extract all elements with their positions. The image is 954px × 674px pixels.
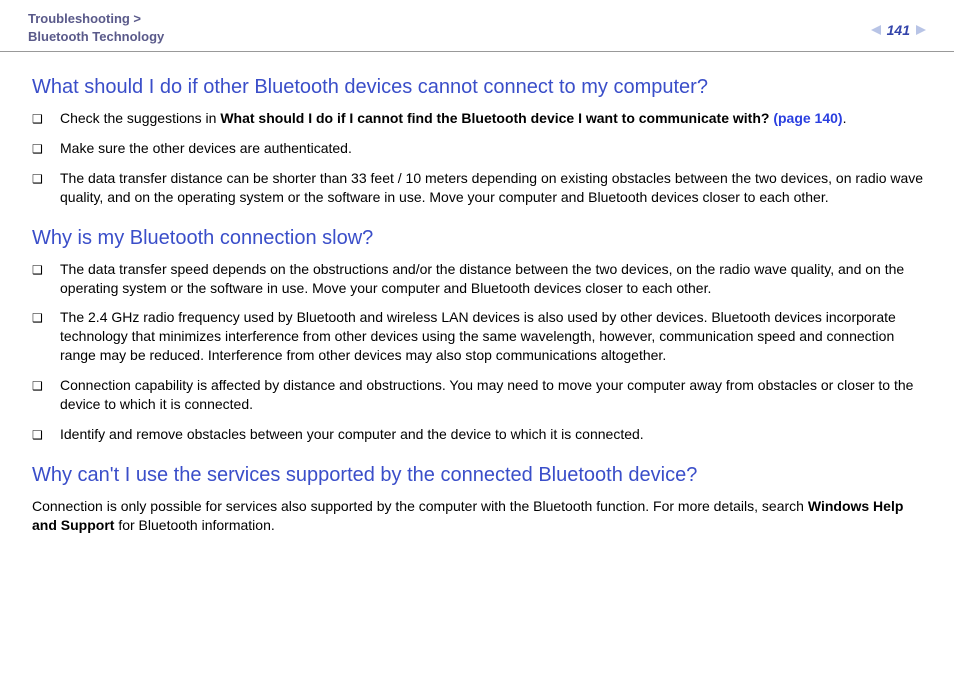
square-bullet-icon: ❑	[32, 262, 46, 278]
list-item: ❑ Make sure the other devices are authen…	[32, 139, 926, 158]
page-number: 141	[887, 22, 910, 38]
list-item-text: The data transfer speed depends on the o…	[60, 260, 926, 298]
question-3-paragraph: Connection is only possible for services…	[32, 497, 926, 535]
page-content: What should I do if other Bluetooth devi…	[0, 52, 954, 534]
list-item: ❑ Connection capability is affected by d…	[32, 376, 926, 414]
text-fragment: for Bluetooth information.	[114, 517, 274, 533]
page-nav: 141	[871, 22, 926, 38]
square-bullet-icon: ❑	[32, 310, 46, 326]
square-bullet-icon: ❑	[32, 111, 46, 127]
text-fragment: .	[843, 110, 847, 126]
list-item-text: Connection capability is affected by dis…	[60, 376, 926, 414]
question-1-list: ❑ Check the suggestions in What should I…	[32, 109, 926, 207]
text-fragment: Connection is only possible for services…	[32, 498, 808, 514]
text-bold: What should I do if I cannot find the Bl…	[220, 110, 773, 126]
list-item: ❑ The data transfer distance can be shor…	[32, 169, 926, 207]
square-bullet-icon: ❑	[32, 141, 46, 157]
prev-page-icon[interactable]	[871, 25, 881, 35]
text-fragment: Check the suggestions in	[60, 110, 220, 126]
question-1-heading: What should I do if other Bluetooth devi…	[32, 76, 926, 99]
list-item: ❑ Check the suggestions in What should I…	[32, 109, 926, 128]
next-page-icon[interactable]	[916, 25, 926, 35]
square-bullet-icon: ❑	[32, 171, 46, 187]
question-3-heading: Why can't I use the services supported b…	[32, 464, 926, 487]
list-item-text: Identify and remove obstacles between yo…	[60, 425, 644, 444]
list-item-text: Check the suggestions in What should I d…	[60, 109, 846, 128]
page-link[interactable]: (page 140)	[773, 110, 842, 126]
question-2-list: ❑ The data transfer speed depends on the…	[32, 260, 926, 444]
square-bullet-icon: ❑	[32, 427, 46, 443]
list-item: ❑ The 2.4 GHz radio frequency used by Bl…	[32, 308, 926, 365]
question-2-heading: Why is my Bluetooth connection slow?	[32, 227, 926, 250]
square-bullet-icon: ❑	[32, 378, 46, 394]
page-header: Troubleshooting > Bluetooth Technology 1…	[0, 0, 954, 52]
list-item-text: The data transfer distance can be shorte…	[60, 169, 926, 207]
breadcrumb-section: Troubleshooting >	[28, 11, 141, 26]
breadcrumb: Troubleshooting > Bluetooth Technology	[28, 10, 164, 45]
list-item-text: The 2.4 GHz radio frequency used by Blue…	[60, 308, 926, 365]
list-item-text: Make sure the other devices are authenti…	[60, 139, 352, 158]
list-item: ❑ The data transfer speed depends on the…	[32, 260, 926, 298]
breadcrumb-sub: Bluetooth Technology	[28, 29, 164, 44]
list-item: ❑ Identify and remove obstacles between …	[32, 425, 926, 444]
